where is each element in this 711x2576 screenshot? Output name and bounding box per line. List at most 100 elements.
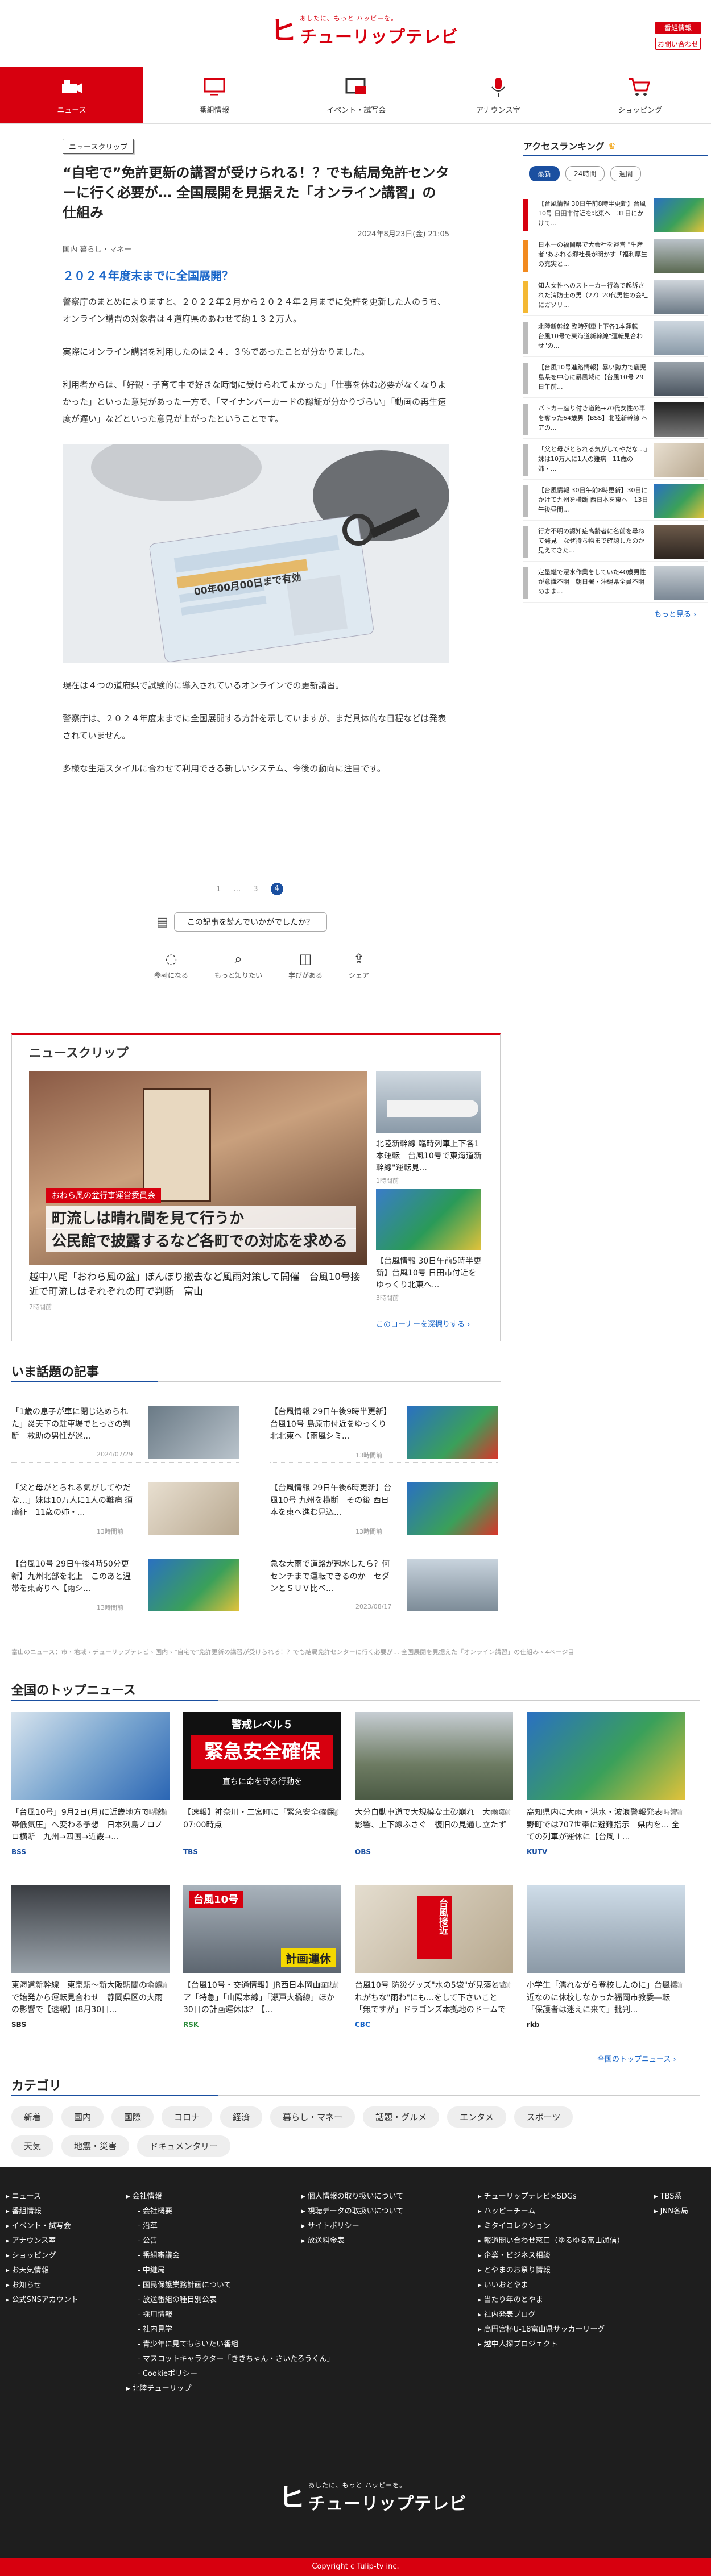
topnews-card[interactable]: 「台風10号」9月2日(月)に近畿地方で「熱帯低気圧」へ変わる予想 日本列島ノロ… — [11, 1712, 170, 1856]
category-chip[interactable]: 話題・グルメ — [363, 2106, 440, 2128]
footer-link[interactable]: ▸ 報道問い合わせ窓口（ゆるゆる富山通信） — [478, 2234, 625, 2249]
footer-link[interactable]: ▸ 社内発表ブログ — [478, 2308, 625, 2322]
footer-link[interactable]: ▸ 個人情報の取り扱いについて — [301, 2189, 403, 2204]
topnews-card[interactable]: 大分自動車道で大規模な土砂崩れ 大雨の影響、上下線ふさぐ 復旧の見通し立たず OB… — [355, 1712, 513, 1856]
footer-link[interactable]: ▸ イベント・試写会 — [6, 2219, 78, 2234]
header-program-button[interactable]: 番組情報 — [655, 22, 701, 34]
topnews-card[interactable]: 台風10号 計画運休 【台風10号・交通情報】JR西日本岡山エリア「特急」「山陽本線… — [183, 1885, 341, 2029]
trending-item[interactable]: 急な大雨で道路が冠水したら？何センチまで運転できるのか セダンとＳＵＶ比べ...… — [270, 1559, 498, 1615]
article-badge[interactable]: ニュースクリップ — [63, 139, 134, 154]
header-inquiry-button[interactable]: お問い合わせ — [655, 38, 701, 50]
clip-side2-caption[interactable]: 【台風情報 30日午前5時半更新】台風10号 日田市付近をゆっくり北東へ... — [376, 1256, 484, 1291]
topnews-card[interactable]: 東海道新幹線 東京駅〜新大阪駅間の全線で始発から運転見合わせ 静岡県区の大雨の影… — [11, 1885, 170, 2029]
ranking-item[interactable]: 北陸新幹線 臨時列車上下各1本運転 台風10号で東海道新幹線"運転見合わせ"の.… — [523, 319, 708, 357]
page-link[interactable]: 3 — [253, 885, 258, 894]
nav-item-announcers[interactable]: アナウンス室 — [427, 67, 569, 123]
footer-link[interactable]: ▸ とやまのお祭り情報 — [478, 2263, 625, 2278]
site-logo[interactable]: ヒ あしたに、もっと ハッピーを。 チューリップテレビ — [270, 14, 458, 48]
footer-link[interactable]: ▸ 当たり年のとやま — [478, 2293, 625, 2308]
breadcrumb[interactable]: 富山のニュース：市・地域 › チューリップテレビ › 国内 › "自宅で"免許更… — [11, 1647, 631, 1656]
footer-link[interactable]: ▸ サイトポリシー — [301, 2219, 403, 2234]
ranking-tab-latest[interactable]: 最新 — [529, 166, 560, 181]
article-categories[interactable]: 国内 暮らし・マネー — [63, 243, 449, 254]
category-chip[interactable]: 国内 — [61, 2106, 104, 2128]
nav-item-events[interactable]: イベント・試写会 — [286, 67, 428, 123]
footer-link[interactable]: ▸ お天気情報 — [6, 2263, 78, 2278]
footer-link[interactable]: ▸ 公式SNSアカウント — [6, 2293, 78, 2308]
trending-item[interactable]: 【台風情報 29日午後6時更新】台風10号 九州を横断 その後 西日本を東へ進む… — [270, 1482, 498, 1539]
nav-item-programs[interactable]: 番組情報 — [143, 67, 286, 123]
ranking-item[interactable]: 日本一の福岡県で大会社を運営 "生産者"あふれる郷社長が明かす「福利厚生の充実と… — [523, 238, 708, 275]
category-chip[interactable]: スポーツ — [514, 2106, 573, 2128]
clip-side1-image[interactable] — [376, 1071, 481, 1133]
reaction-learn-button[interactable]: ◫ 学びがある — [288, 951, 323, 980]
nav-item-news[interactable]: ニュース — [0, 67, 143, 123]
topnews-more-link[interactable]: 全国のトップニュース › — [597, 2053, 676, 2064]
footer-link[interactable]: ▸ 越中人探プロジェクト — [478, 2337, 625, 2352]
reaction-useful-button[interactable]: ◌ 参考になる — [154, 951, 188, 980]
footer-link[interactable]: ▸ 北陸チューリップ — [126, 2382, 334, 2396]
footer-link[interactable]: - 採用情報 — [126, 2308, 334, 2322]
category-chip[interactable]: ドキュメンタリー — [137, 2135, 231, 2157]
topnews-card[interactable]: 小学生「濡れながら登校したのに」台風接近なのに休校しなかった福岡市教委―転「保護… — [527, 1885, 685, 2029]
footer-link[interactable]: - 国民保護業務計画について — [126, 2278, 334, 2293]
footer-link[interactable]: - マスコットキャラクター「ききちゃん・さいたろうくん」 — [126, 2352, 334, 2367]
clip-main-caption[interactable]: 越中八尾「おわら風の盆」ぼんぼり撤去など風雨対策して開催 台風10号接近で町流し… — [29, 1270, 367, 1299]
footer-link[interactable]: ▸ 視聴データの取扱いについて — [301, 2204, 403, 2219]
footer-link[interactable]: ▸ ニュース — [6, 2189, 78, 2204]
nav-item-shopping[interactable]: ショッピング — [569, 67, 711, 123]
footer-link[interactable]: - 放送番組の種目別公表 — [126, 2293, 334, 2308]
ranking-item[interactable]: バトカー座り付き道路→70代女性の車を奪った64歳男【BSS】北陸新幹線 ペアの… — [523, 401, 708, 439]
footer-link[interactable]: ▸ ミタイコレクション — [478, 2219, 625, 2234]
ranking-item[interactable]: 「父と母がとられる気がしてやだな…」妹は10万人に1人の難病 11歳の姉・... — [523, 442, 708, 480]
ranking-more-link[interactable]: もっと見る › — [654, 608, 696, 619]
trending-item[interactable]: 【台風情報 29日午後9時半更新】台風10号 島原市付近をゆっくり北北東へ【雨風… — [270, 1406, 498, 1463]
footer-link[interactable]: ▸ ハッピーチーム — [478, 2204, 625, 2219]
ranking-item[interactable]: 行方不明の認知症高齢者に名前を尋ねて発見 なぜ持ち物まで確認したのか 見えてきた… — [523, 524, 708, 562]
footer-link[interactable]: ▸ 放送料金表 — [301, 2234, 403, 2249]
ranking-item[interactable]: 【台風情報 30日午前8時更新】30日にかけて九州を横断 西日本を東へ 13日午… — [523, 483, 708, 521]
footer-link[interactable]: ▸ 番組情報 — [6, 2204, 78, 2219]
clip-more-link[interactable]: このコーナーを深掘りする › — [376, 1318, 470, 1329]
trending-item[interactable]: 「1歳の息子が車に閉じ込められた」炎天下の駐車場でとっさの判断 救助の男性が迷.… — [11, 1406, 239, 1463]
clip-side1-caption[interactable]: 北陸新幹線 臨時列車上下各1本運転 台風10号で東海道新幹線"運転見... — [376, 1139, 484, 1174]
category-chip[interactable]: エンタメ — [447, 2106, 506, 2128]
ranking-tab-24h[interactable]: 24時間 — [565, 166, 605, 181]
footer-link[interactable]: - 青少年に見てもらいたい番組 — [126, 2337, 334, 2352]
ranking-item[interactable]: 知人女性へのストーカー行為で起訴された消防士の男（27）20代男性の会社にガソリ… — [523, 279, 708, 316]
footer-link[interactable]: - 中継局 — [126, 2263, 334, 2278]
trending-item[interactable]: 【台風10号 29日午後4時50分更新】九州北部を北上 このあと温帯を東寄りへ【… — [11, 1559, 239, 1615]
footer-logo[interactable]: ヒ あしたに、もっと ハッピーを。 チューリップテレビ — [279, 2481, 467, 2515]
footer-link[interactable]: - 番組審議会 — [126, 2249, 334, 2263]
footer-link[interactable]: ▸ JNN各局 — [654, 2204, 688, 2219]
footer-link[interactable]: ▸ 企業・ビジネス相談 — [478, 2249, 625, 2263]
share-button[interactable]: ⇪ シェア — [349, 951, 369, 980]
footer-link[interactable]: ▸ チューリップテレビ×SDGs — [478, 2189, 625, 2204]
clip-main-image[interactable]: おわら風の盆行事運営委員会 町流しは晴れ間を見て行うか 公民館で披露するなど各町… — [29, 1071, 367, 1265]
category-chip[interactable]: 暮らし・マネー — [270, 2106, 356, 2128]
footer-link[interactable]: ▸ ショッピング — [6, 2249, 78, 2263]
category-chip[interactable]: 地震・災害 — [61, 2135, 130, 2157]
footer-link[interactable]: ▸ 高円宮杯U-18富山県サッカーリーグ — [478, 2322, 625, 2337]
ranking-item[interactable]: 定量継で浸水作業をしていた40歳男性が意識不明 朝日署・沖縄県全員不明のまま..… — [523, 565, 708, 603]
category-chip[interactable]: 経済 — [220, 2106, 263, 2128]
category-chip[interactable]: 新着 — [11, 2106, 54, 2128]
topnews-card[interactable]: 警戒レベル５ 緊急安全確保 直ちに命を守る行動を 【速報】神奈川・二宮町に「緊急安全確… — [183, 1712, 341, 1856]
page-link[interactable]: 1 — [216, 885, 221, 894]
ranking-tab-weekly[interactable]: 週間 — [610, 166, 642, 181]
ranking-item[interactable]: 【台風10号進路情報】暴い勢力で鹿児島県を中心に暴風域に【台風10号 29日午前… — [523, 360, 708, 398]
topnews-card[interactable]: 高知県内に大雨・洪水・波浪警報発表 - 津野町では707世帯に避難指示 県内を.… — [527, 1712, 685, 1856]
ranking-item[interactable]: 【台風情報 30日午前8時半更新】台風10号 日田市付近を北東へ 31日にかけて… — [523, 197, 708, 234]
trending-item[interactable]: 「父と母がとられる気がしてやだな…」妹は10万人に1人の難病 須藤征 11歳の姉… — [11, 1482, 239, 1539]
category-chip[interactable]: 国際 — [111, 2106, 154, 2128]
clip-side2-image[interactable] — [376, 1189, 481, 1250]
footer-link[interactable]: ▸ お知らせ — [6, 2278, 78, 2293]
footer-link[interactable]: - Cookieポリシー — [126, 2367, 334, 2382]
footer-link[interactable]: ▸ いいおとやま — [478, 2278, 625, 2293]
category-chip[interactable]: コロナ — [162, 2106, 213, 2128]
footer-link[interactable]: ▸ アナウンス室 — [6, 2234, 78, 2249]
reaction-more-button[interactable]: ⌕ もっと知りたい — [214, 951, 262, 980]
topnews-card[interactable]: 台風接近 台風10号 防災グッズ"水の5袋"が見落とされがちな"雨わ"にも…をして… — [355, 1885, 513, 2029]
footer-link[interactable]: ▸ TBS系 — [654, 2189, 688, 2204]
category-chip[interactable]: 天気 — [11, 2135, 54, 2157]
